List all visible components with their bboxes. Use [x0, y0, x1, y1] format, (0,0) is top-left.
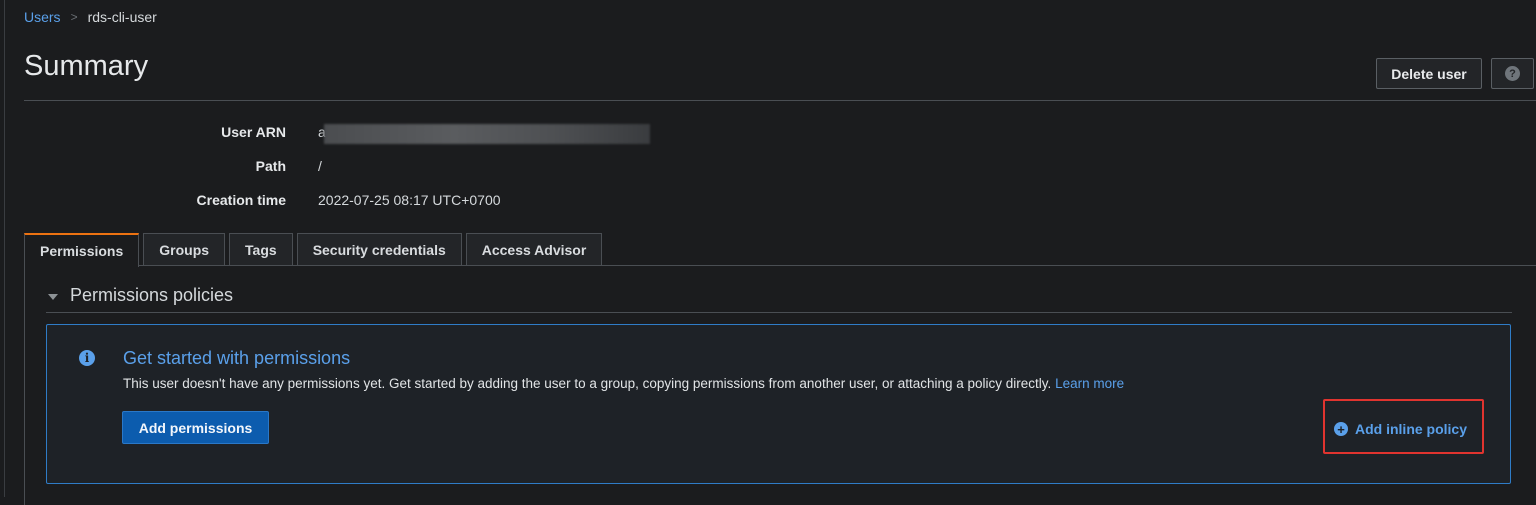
question-circle-icon: ?	[1505, 66, 1520, 81]
left-border	[4, 0, 5, 497]
add-inline-policy-label: Add inline policy	[1355, 421, 1468, 437]
breadcrumb: Users > rds-cli-user	[24, 9, 157, 25]
tab-access-advisor[interactable]: Access Advisor	[465, 233, 603, 265]
summary-row-path: Path /	[0, 158, 700, 178]
permissions-policies-header[interactable]: Permissions policies	[48, 285, 233, 306]
info-description: This user doesn't have any permissions y…	[123, 376, 1124, 391]
add-inline-policy-link[interactable]: + Add inline policy	[1334, 421, 1467, 437]
caret-down-icon	[48, 293, 58, 300]
tab-permissions[interactable]: Permissions	[24, 233, 140, 267]
add-permissions-button[interactable]: Add permissions	[122, 411, 269, 444]
info-title: Get started with permissions	[123, 348, 351, 368]
plus-circle-icon: +	[1334, 422, 1348, 436]
creation-time-label: Creation time	[196, 192, 286, 208]
breadcrumb-current: rds-cli-user	[87, 9, 157, 25]
summary-row-creation: Creation time 2022-07-25 08:17 UTC+0700	[0, 192, 700, 212]
info-description-text: This user doesn't have any permissions y…	[123, 376, 1052, 391]
learn-more-link[interactable]: Learn more	[1055, 376, 1124, 391]
section-title: Permissions policies	[70, 285, 234, 305]
page-title: Summary	[24, 50, 149, 82]
title-divider	[24, 100, 1536, 101]
path-value: /	[318, 158, 322, 174]
breadcrumb-separator: >	[70, 10, 78, 24]
breadcrumb-users-link[interactable]: Users	[24, 9, 61, 25]
tab-bar: Permissions Groups Tags Security credent…	[24, 233, 606, 267]
summary-row-arn: User ARN a	[0, 124, 700, 144]
help-button[interactable]: ?	[1491, 58, 1534, 89]
creation-time-value: 2022-07-25 08:17 UTC+0700	[318, 192, 501, 208]
redacted-arn-block	[324, 124, 650, 144]
path-label: Path	[255, 158, 286, 174]
section-divider	[46, 312, 1512, 313]
tab-tags[interactable]: Tags	[229, 233, 293, 265]
tab-groups[interactable]: Groups	[143, 233, 226, 265]
info-circle-icon: i	[79, 350, 95, 366]
tab-security-credentials[interactable]: Security credentials	[296, 233, 462, 265]
delete-user-button[interactable]: Delete user	[1376, 58, 1482, 89]
user-arn-label: User ARN	[221, 124, 286, 140]
